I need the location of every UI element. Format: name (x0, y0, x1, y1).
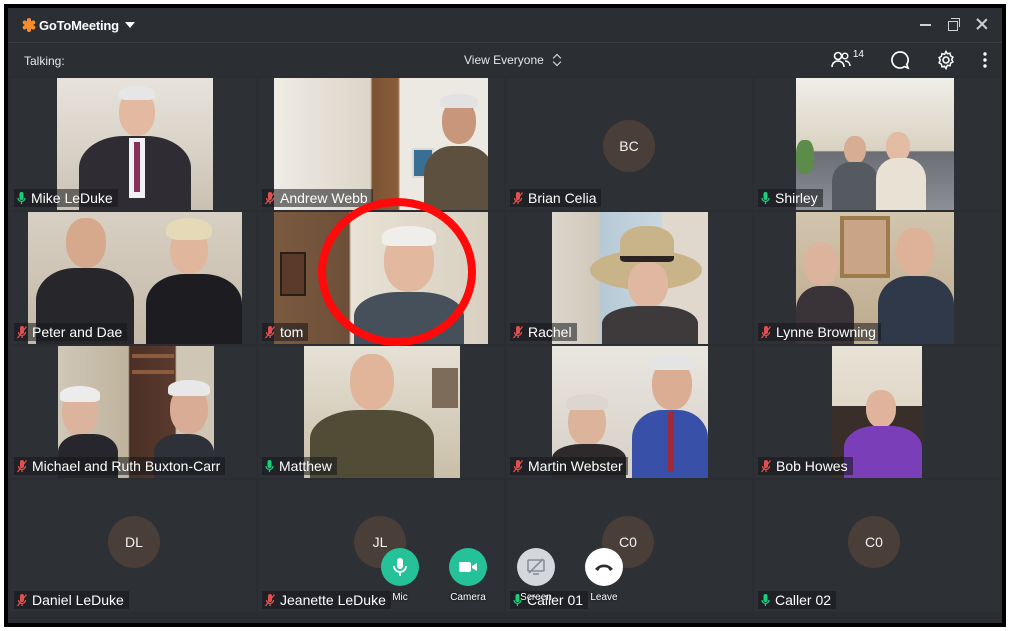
participant-nameplate: Michael and Ruth Buxton-Carr (14, 457, 226, 475)
screen-share-off-icon (527, 558, 545, 575)
meeting-controls: Mic Camera Screen Leave (378, 548, 626, 618)
microphone-icon (393, 558, 407, 576)
camera-button[interactable]: Camera (446, 548, 490, 618)
hang-up-icon (595, 564, 613, 571)
video-tile-rachel[interactable]: Rachel (506, 212, 752, 344)
participant-name: Daniel LeDuke (32, 592, 124, 608)
meeting-window: GoToMeeting Talking: View Everyone 14 Mi… (8, 8, 1002, 623)
mic-on-icon (761, 593, 770, 607)
video-tile-caller-02[interactable]: C0 Caller 02 (754, 480, 1000, 612)
leave-button[interactable]: Leave (582, 548, 626, 618)
meeting-toolbar: Talking: View Everyone 14 (8, 42, 1002, 76)
attendee-count: 14 (852, 49, 864, 60)
mic-muted-icon (17, 593, 27, 607)
app-title: GoToMeeting (39, 17, 119, 33)
participant-nameplate: tom (262, 323, 309, 341)
video-tile-shirley[interactable]: Shirley (754, 78, 1000, 210)
participant-name: Brian Celia (528, 190, 597, 206)
mic-muted-icon (761, 459, 771, 473)
participant-nameplate: Jeanette LeDuke (262, 591, 391, 609)
mic-muted-icon (17, 459, 27, 473)
participant-avatar: C0 (848, 516, 900, 568)
participant-nameplate: Mike LeDuke (14, 189, 118, 207)
participant-name: Mike LeDuke (31, 190, 113, 206)
gear-icon (938, 50, 954, 70)
more-options-button[interactable] (982, 51, 988, 69)
participant-nameplate: Matthew (262, 457, 337, 475)
video-tile-mike-leduke[interactable]: Mike LeDuke (10, 78, 256, 210)
chat-button[interactable] (890, 50, 910, 70)
view-selector[interactable]: View Everyone (464, 53, 562, 67)
video-tile-bob-howes[interactable]: Bob Howes (754, 346, 1000, 478)
video-tile-daniel-leduke[interactable]: DL Daniel LeDuke (10, 480, 256, 612)
participant-name: Peter and Dae (32, 324, 123, 340)
video-tile-peter-and-dae[interactable]: Peter and Dae (10, 212, 256, 344)
view-label: View Everyone (464, 53, 544, 67)
leave-label: Leave (590, 592, 618, 603)
mic-muted-icon (513, 459, 523, 473)
participant-name: tom (280, 324, 304, 340)
screen-share-button[interactable]: Screen (514, 548, 558, 618)
mic-muted-icon (265, 593, 275, 607)
participant-nameplate: Andrew Webb (262, 189, 373, 207)
video-tile-matthew[interactable]: Matthew (258, 346, 504, 478)
video-tile-lynne-browning[interactable]: Lynne Browning (754, 212, 1000, 344)
mic-on-icon (17, 191, 26, 205)
participant-name: Andrew Webb (280, 190, 368, 206)
mic-muted-icon (513, 191, 523, 205)
video-tile-martin-webster[interactable]: Martin Webster (506, 346, 752, 478)
video-tile-michael-ruth[interactable]: Michael and Ruth Buxton-Carr (10, 346, 256, 478)
settings-button[interactable] (936, 50, 956, 70)
participant-name: Caller 02 (775, 592, 832, 608)
video-camera-icon (459, 562, 477, 572)
mic-muted-icon (17, 325, 27, 339)
attendees-button[interactable]: 14 (831, 49, 864, 69)
chat-bubble-icon (891, 51, 910, 70)
mic-on-icon (761, 191, 770, 205)
participant-avatar: DL (108, 516, 160, 568)
participant-nameplate: Shirley (758, 189, 823, 207)
participant-avatar: BC (603, 120, 655, 172)
participant-name: Lynne Browning (776, 324, 876, 340)
screen-label: Screen (520, 592, 552, 603)
participant-name: Michael and Ruth Buxton-Carr (32, 458, 221, 474)
restore-button[interactable] (946, 16, 962, 32)
speaker-highlight-circle (318, 198, 476, 346)
caret-down-icon (124, 22, 135, 28)
participant-nameplate: Brian Celia (510, 189, 602, 207)
mic-muted-icon (265, 325, 275, 339)
updown-chevron-icon (552, 53, 562, 67)
app-menu[interactable]: GoToMeeting (21, 17, 135, 33)
participant-nameplate: Peter and Dae (14, 323, 128, 341)
video-tile-brian-celia[interactable]: BC Brian Celia (506, 78, 752, 210)
mic-on-icon (265, 459, 274, 473)
participant-nameplate: Caller 02 (758, 591, 837, 609)
participant-name: Bob Howes (776, 458, 848, 474)
video-tile-andrew-webb[interactable]: Andrew Webb (258, 78, 504, 210)
participant-name: Shirley (775, 190, 818, 206)
mic-button[interactable]: Mic (378, 548, 422, 618)
participant-nameplate: Bob Howes (758, 457, 853, 475)
title-bar: GoToMeeting (8, 8, 1002, 42)
participant-nameplate: Lynne Browning (758, 323, 881, 341)
mic-muted-icon (761, 325, 771, 339)
talking-indicator: Talking: (24, 54, 65, 68)
participant-nameplate: Rachel (510, 323, 577, 341)
kebab-menu-icon (983, 52, 987, 68)
mic-muted-icon (513, 325, 523, 339)
participant-name: Jeanette LeDuke (280, 592, 386, 608)
participant-name: Martin Webster (528, 458, 623, 474)
participant-name: Rachel (528, 324, 572, 340)
participant-nameplate: Martin Webster (510, 457, 628, 475)
minimize-button[interactable] (918, 16, 934, 32)
participant-name: Matthew (279, 458, 332, 474)
mic-muted-icon (265, 191, 275, 205)
close-button[interactable] (974, 16, 990, 32)
participant-nameplate: Daniel LeDuke (14, 591, 129, 609)
gotomeeting-logo-icon (21, 18, 37, 32)
people-icon (831, 51, 851, 68)
video-grid: Mike LeDuke Andrew Webb BC Brian Celia S… (8, 78, 1002, 614)
mic-label: Mic (392, 592, 408, 603)
camera-label: Camera (450, 592, 486, 603)
